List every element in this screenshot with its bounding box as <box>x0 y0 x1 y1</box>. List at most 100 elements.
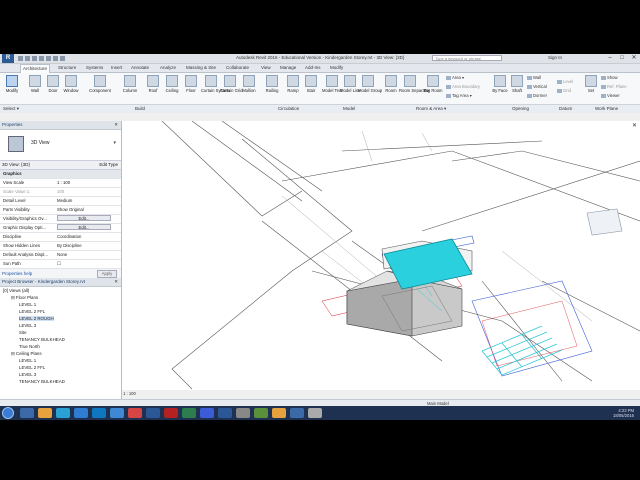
curtain-system-button[interactable]: Curtain System <box>201 75 230 103</box>
browser-item[interactable]: LEVEL 2 ROUGH <box>0 315 121 322</box>
tag-area-button[interactable]: Tag Area ▾ <box>446 93 472 98</box>
property-row[interactable]: Visibility/Graphics Ov... Edit... <box>0 215 121 224</box>
browser-item[interactable]: LEVEL 2 FFL <box>0 364 121 371</box>
browser-item[interactable]: Site <box>0 329 121 336</box>
component-button[interactable]: Component <box>88 75 112 103</box>
app-icon-4[interactable] <box>290 408 304 418</box>
media-icon[interactable] <box>128 408 142 418</box>
area-boundary-button[interactable]: Area Boundary <box>446 84 480 89</box>
property-row[interactable]: Default Analysis Displ... None <box>0 251 121 260</box>
property-row[interactable]: Sun Path ☐ <box>0 260 121 269</box>
browser-item[interactable]: LEVEL 3 <box>0 322 121 329</box>
tab-annotate[interactable]: Annotate <box>131 64 149 72</box>
edit-button[interactable]: Edit... <box>57 224 111 230</box>
tab-manage[interactable]: Manage <box>280 64 296 72</box>
wall-button[interactable]: Wall <box>25 75 45 103</box>
ramp-button[interactable]: Ramp <box>283 75 303 103</box>
edit-button[interactable]: Edit... <box>57 215 111 221</box>
browser-item[interactable]: LEVEL 2 FFL <box>0 308 121 315</box>
revit-taskbar-icon[interactable] <box>200 408 214 418</box>
property-row[interactable]: Graphics <box>0 170 121 179</box>
print-icon[interactable] <box>46 56 51 61</box>
property-row[interactable]: Parts Visibility Show Original <box>0 206 121 215</box>
show-work-plane-button[interactable]: Show <box>601 75 617 80</box>
property-row[interactable]: Show Hidden Lines By Discipline <box>0 242 121 251</box>
column-button[interactable]: Column <box>120 75 140 103</box>
level-button[interactable]: Level <box>557 79 573 84</box>
chrome-icon[interactable] <box>74 408 88 418</box>
word-icon-2[interactable] <box>218 408 232 418</box>
close-view-icon[interactable]: ✕ <box>632 122 637 129</box>
close-button[interactable]: ✕ <box>628 54 640 63</box>
property-row[interactable]: Scale Value 1: 100 <box>0 188 121 197</box>
room-separator-button[interactable]: Room Separator <box>399 75 430 103</box>
undo-icon[interactable] <box>32 56 37 61</box>
tab-massing-site[interactable]: Massing & Site <box>186 64 216 72</box>
type-selector[interactable]: 3D View ▾ <box>0 130 121 161</box>
tab-systems[interactable]: Systems <box>86 64 103 72</box>
save-icon[interactable] <box>25 56 30 61</box>
ceiling-button[interactable]: Ceiling <box>162 75 182 103</box>
apply-button[interactable]: Apply <box>97 270 117 278</box>
close-icon[interactable]: ✕ <box>114 278 118 286</box>
view-scale[interactable]: 1 : 100 <box>123 391 136 396</box>
viewer-button[interactable]: Viewer <box>601 93 620 98</box>
tab-collaborate[interactable]: Collaborate <box>226 64 249 72</box>
model-text-button[interactable]: Model Text <box>322 75 342 103</box>
browser-item[interactable]: LEVEL 3 <box>0 371 121 378</box>
browser-item[interactable]: LEVEL 1 <box>0 357 121 364</box>
window-button[interactable]: Window <box>61 75 81 103</box>
model-line-button[interactable]: Model Line <box>340 75 361 103</box>
dormer-button[interactable]: Dormer <box>527 93 547 98</box>
room-button[interactable]: Room <box>381 75 401 103</box>
explorer-icon[interactable] <box>20 408 34 418</box>
browser-item[interactable]: LEVEL 1 <box>0 301 121 308</box>
property-row[interactable]: View Scale 1 : 100 <box>0 179 121 188</box>
properties-help-link[interactable]: Properties help <box>2 271 32 276</box>
redo-icon[interactable] <box>39 56 44 61</box>
curtain-grid-button[interactable]: Curtain Grid <box>220 75 243 103</box>
ie-icon[interactable] <box>56 408 70 418</box>
browser-item[interactable]: TENANCY BULKHEAD <box>0 378 121 385</box>
wall-opening-button[interactable]: Wall <box>527 75 541 80</box>
set-work-plane-button[interactable]: Set <box>581 75 601 103</box>
folder-icon[interactable] <box>38 408 52 418</box>
excel-icon[interactable] <box>182 408 196 418</box>
shaft-button[interactable]: Shaft <box>507 75 527 103</box>
app-icon[interactable] <box>236 408 250 418</box>
instance-selector[interactable]: 3D View: {3D} Edit Type <box>0 161 121 170</box>
grid-button[interactable]: Grid <box>557 88 571 93</box>
outlook-icon[interactable] <box>110 408 124 418</box>
mullion-button[interactable]: Mullion <box>239 75 259 103</box>
area-button[interactable]: Area ▾ <box>446 75 464 80</box>
tab-architecture[interactable]: Architecture <box>20 64 51 73</box>
railing-button[interactable]: Railing <box>262 75 282 103</box>
minimize-button[interactable]: – <box>604 54 616 63</box>
system-clock[interactable]: 4:23 PM 18/05/2016 <box>613 408 634 418</box>
app-icon-5[interactable] <box>308 408 322 418</box>
door-button[interactable]: Door <box>43 75 63 103</box>
browser-item[interactable]: ⊟ Ceiling Plans <box>0 350 121 357</box>
3d-view-icon[interactable] <box>60 56 65 61</box>
property-row[interactable]: Discipline Coordination <box>0 233 121 242</box>
sign-in-button[interactable]: Sign In <box>548 55 562 60</box>
panel-select[interactable]: Select ▾ <box>3 105 19 113</box>
property-row[interactable]: Graphic Display Opti... Edit... <box>0 224 121 233</box>
tab-view[interactable]: View <box>261 64 271 72</box>
browser-item[interactable]: ⊟ Floor Plans <box>0 294 121 301</box>
browser-item[interactable]: True North <box>0 343 121 350</box>
tab-insert[interactable]: Insert <box>111 64 122 72</box>
floor-button[interactable]: Floor <box>181 75 201 103</box>
tab-add-ins[interactable]: Add-Ins <box>305 64 321 72</box>
chevron-down-icon[interactable]: ▾ <box>113 140 116 146</box>
tab-structure[interactable]: Structure <box>58 64 76 72</box>
view-cube[interactable] <box>586 208 623 236</box>
stair-button[interactable]: Stair <box>301 75 321 103</box>
tab-modify[interactable]: Modify <box>330 64 343 72</box>
word-icon[interactable] <box>146 408 160 418</box>
measure-icon[interactable] <box>53 56 58 61</box>
vertical-opening-button[interactable]: Vertical <box>527 84 547 89</box>
maximize-button[interactable]: □ <box>616 54 628 63</box>
browser-item[interactable]: TENANCY BULKHEAD <box>0 336 121 343</box>
close-icon[interactable]: ✕ <box>114 121 118 129</box>
